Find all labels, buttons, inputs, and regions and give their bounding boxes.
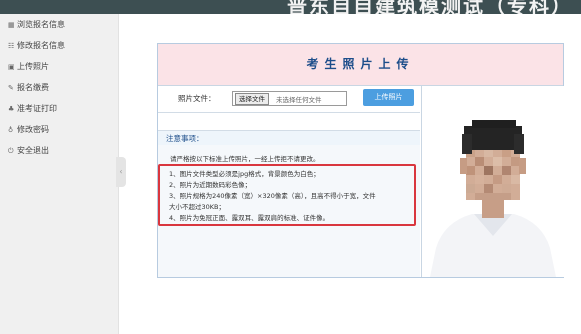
site-title: 普东自自建筑模测试（专科） bbox=[287, 0, 573, 14]
file-label: 照片文件： bbox=[178, 94, 216, 103]
sidebar-item-browse[interactable]: ▦ 浏览报名信息 bbox=[0, 14, 118, 35]
sidebar-item-label: 修改密码 bbox=[17, 125, 49, 134]
payment-icon: ✎ bbox=[8, 84, 14, 92]
rule-item: 3、照片规格为240像素（宽）×320像素（高），且高不得小于宽，文件 bbox=[169, 192, 376, 200]
rule-item: 4、照片为免冠正面、露双耳、露双肩的标准、证件像。 bbox=[169, 214, 330, 222]
upload-photo-button[interactable]: 上传照片 bbox=[363, 89, 414, 106]
photo-icon: ▣ bbox=[8, 63, 15, 71]
notice-intro: 请严格按以下标准上传照片，一经上传拒不请更改。 bbox=[170, 155, 320, 163]
browse-icon: ▦ bbox=[8, 21, 15, 29]
photo-preview bbox=[421, 86, 564, 277]
sidebar-item-label: 准考证打印 bbox=[17, 104, 57, 113]
rule-item: 大小不超过30KB； bbox=[169, 203, 225, 211]
sidebar-item-upload-photo[interactable]: ▣ 上传照片 bbox=[0, 56, 118, 77]
sidebar-item-label: 浏览报名信息 bbox=[17, 20, 65, 29]
notice-header: 注意事项： bbox=[158, 130, 420, 146]
notice-body: 请严格按以下标准上传照片，一经上传拒不请更改。 1、图片文件类型必须是jpg格式… bbox=[158, 145, 420, 277]
sidebar-item-print-ticket[interactable]: ♣ 准考证打印 bbox=[0, 98, 118, 119]
choose-file-button[interactable]: 选择文件 bbox=[235, 93, 269, 105]
rule-item: 2、照片为近期数码彩色像； bbox=[169, 181, 252, 189]
sidebar-item-label: 上传照片 bbox=[17, 62, 49, 71]
no-file-text: 未选择任何文件 bbox=[276, 96, 322, 104]
sidebar-item-logout[interactable]: ⏻ 安全退出 bbox=[0, 140, 118, 161]
chevron-left-icon: ‹ bbox=[119, 167, 123, 176]
sidebar-collapse-toggle[interactable]: ‹ bbox=[116, 157, 126, 187]
sidebar-item-label: 修改报名信息 bbox=[17, 41, 65, 50]
password-icon: ♁ bbox=[8, 126, 14, 134]
sidebar-item-label: 报名缴费 bbox=[17, 83, 49, 92]
panel-title: 考生照片上传 bbox=[158, 44, 563, 86]
file-input[interactable]: 选择文件 未选择任何文件 bbox=[232, 91, 347, 106]
sidebar-item-change-password[interactable]: ♁ 修改密码 bbox=[0, 119, 118, 140]
notice-title: 注意事项： bbox=[166, 134, 204, 143]
print-icon: ♣ bbox=[8, 105, 15, 113]
sidebar-item-label: 安全退出 bbox=[17, 146, 49, 155]
sidebar-item-edit-info[interactable]: ☷ 修改报名信息 bbox=[0, 35, 118, 56]
logout-icon: ⏻ bbox=[8, 147, 14, 155]
rule-item: 1、图片文件类型必须是jpg格式，背景颜色为白色； bbox=[169, 170, 320, 178]
upload-row: 照片文件： 选择文件 未选择任何文件 上传照片 bbox=[158, 86, 420, 113]
sidebar-item-payment[interactable]: ✎ 报名缴费 bbox=[0, 77, 118, 98]
photo-upload-panel: 考生照片上传 照片文件： 选择文件 未选择任何文件 上传照片 注意事项： 请严格… bbox=[157, 43, 564, 278]
edit-info-icon: ☷ bbox=[8, 42, 15, 50]
portrait-image bbox=[422, 86, 564, 277]
top-banner: 普东自自建筑模测试（专科） bbox=[0, 0, 581, 14]
sidebar: ▦ 浏览报名信息 ☷ 修改报名信息 ▣ 上传照片 ✎ 报名缴费 ♣ 准考证打印 ♁ 修改密码… bbox=[0, 14, 119, 334]
rules-highlight-box: 1、图片文件类型必须是jpg格式，背景颜色为白色； 2、照片为近期数码彩色像； … bbox=[158, 164, 416, 226]
